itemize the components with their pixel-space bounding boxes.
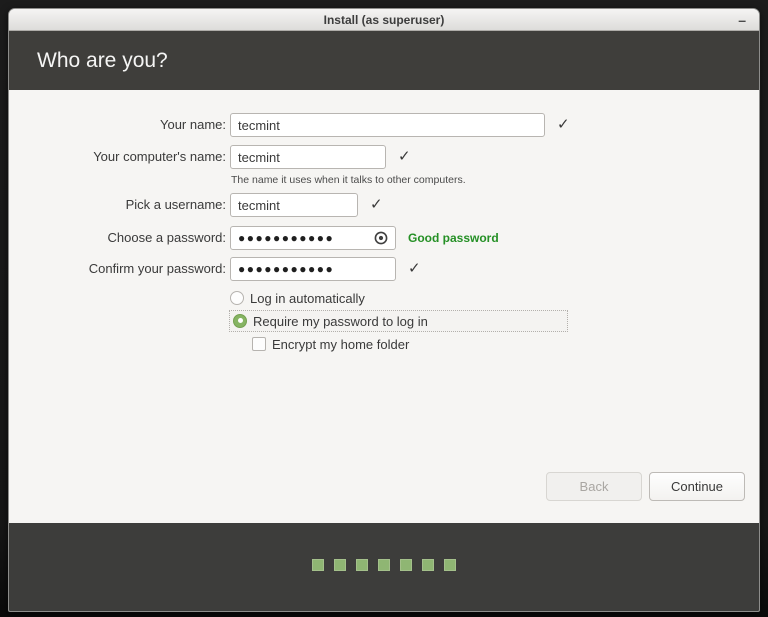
confirm-password-label: Confirm your password: — [9, 257, 226, 281]
password-strength-status: Good password — [408, 226, 499, 250]
page-header: Who are you? — [9, 31, 759, 90]
computer-name-input[interactable] — [230, 145, 386, 169]
progress-dot — [444, 559, 456, 571]
confirm-valid-check-icon: ✓ — [408, 257, 421, 281]
password-label: Choose a password: — [9, 226, 226, 250]
confirm-password-input[interactable] — [230, 257, 396, 281]
encrypt-home-label[interactable]: Encrypt my home folder — [272, 337, 409, 352]
login-require-row[interactable]: Require my password to log in — [229, 310, 568, 332]
progress-dot — [378, 559, 390, 571]
password-input[interactable] — [230, 226, 396, 250]
computer-name-label: Your computer's name: — [9, 145, 226, 169]
form-area: Your name: ✓ Your computer's name: ✓ The… — [9, 90, 759, 523]
your-name-label: Your name: — [9, 113, 226, 137]
desktop: { "window": { "title": "Install (as supe… — [0, 0, 768, 617]
login-auto-label[interactable]: Log in automatically — [250, 291, 365, 306]
back-button[interactable]: Back — [546, 472, 642, 501]
username-input[interactable] — [230, 193, 358, 217]
progress-footer — [9, 523, 759, 611]
computer-name-helper: The name it uses when it talks to other … — [231, 174, 466, 186]
login-require-label[interactable]: Require my password to log in — [253, 314, 428, 329]
minimize-button[interactable]: – — [738, 9, 746, 30]
encrypt-home-checkbox[interactable] — [252, 337, 266, 351]
show-password-eye-icon[interactable] — [373, 230, 389, 246]
progress-dot — [312, 559, 324, 571]
username-valid-check-icon: ✓ — [370, 193, 383, 217]
computer-valid-check-icon: ✓ — [398, 145, 411, 169]
progress-dot — [422, 559, 434, 571]
window-title: Install (as superuser) — [324, 13, 445, 27]
your-name-input[interactable] — [230, 113, 545, 137]
progress-dot — [356, 559, 368, 571]
page-title: Who are you? — [37, 49, 168, 73]
continue-button[interactable]: Continue — [649, 472, 745, 501]
login-require-radio[interactable] — [233, 314, 247, 328]
name-valid-check-icon: ✓ — [557, 113, 570, 137]
progress-dot — [400, 559, 412, 571]
installer-window: Install (as superuser) – Who are you? Yo… — [8, 8, 760, 612]
login-auto-radio[interactable] — [230, 291, 244, 305]
progress-dot — [334, 559, 346, 571]
username-label: Pick a username: — [9, 193, 226, 217]
titlebar[interactable]: Install (as superuser) – — [9, 9, 759, 31]
